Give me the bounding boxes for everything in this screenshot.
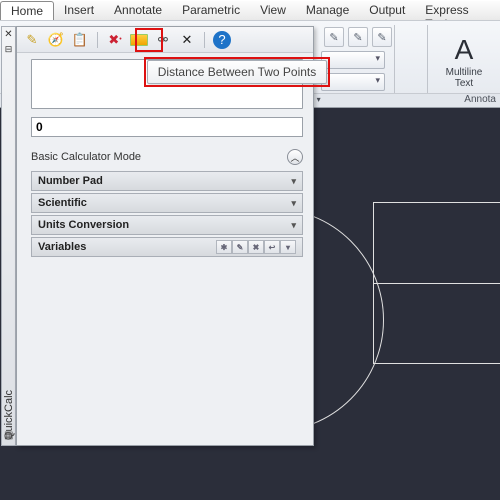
help-icon[interactable]: ? xyxy=(213,31,231,49)
var-return-icon[interactable]: ↩ xyxy=(264,240,280,254)
calculator-mode-row: Basic Calculator Mode ︿ xyxy=(31,147,303,167)
autohide-pin-icon[interactable]: ⊟ xyxy=(2,44,15,55)
chevron-down-icon: ▾ xyxy=(291,198,296,209)
rectangle-shape xyxy=(373,202,500,364)
section-number-pad[interactable]: Number Pad ▾ xyxy=(31,171,303,191)
quickcalc-input[interactable]: 0 xyxy=(31,117,303,137)
paste-value-icon[interactable]: 📋 xyxy=(71,31,89,49)
ribbon-separator xyxy=(394,25,395,97)
main-menu-bar: Home Insert Annotate Parametric View Man… xyxy=(0,0,500,20)
chevron-down-icon[interactable]: ▾ xyxy=(280,240,296,254)
ribbon-dropdown-2[interactable] xyxy=(321,73,385,91)
section-label: Scientific xyxy=(38,197,87,209)
ribbon-dropdown-1[interactable] xyxy=(321,51,385,69)
var-edit-icon[interactable]: ✎ xyxy=(232,240,248,254)
section-label: Number Pad xyxy=(38,175,103,187)
tab-annotate[interactable]: Annotate xyxy=(104,1,172,20)
ribbon-separator-2 xyxy=(427,25,428,97)
quickcalc-sections: Number Pad ▾ Scientific ▾ Units Conversi… xyxy=(31,171,303,259)
close-icon[interactable]: ✕ xyxy=(2,29,15,40)
clear-history-icon[interactable]: 🧭 xyxy=(47,31,65,49)
tab-insert[interactable]: Insert xyxy=(54,1,104,20)
section-variables[interactable]: Variables ✱ ✎ ✖ ↩ ▾ xyxy=(31,237,303,257)
clear-icon[interactable]: ✎ xyxy=(23,31,41,49)
tab-express-tools[interactable]: Express Tools xyxy=(415,1,500,20)
chevron-down-icon: ▾ xyxy=(291,176,296,187)
distance-tooltip: Distance Between Two Points xyxy=(147,60,327,84)
multiline-text-button[interactable]: A Multiline Text xyxy=(438,33,490,89)
section-units-conversion[interactable]: Units Conversion ▾ xyxy=(31,215,303,235)
collapse-toggle-icon[interactable]: ︿ xyxy=(287,149,303,165)
ribbon-button-3[interactable]: ✎ xyxy=(372,27,392,47)
var-delete-icon[interactable]: ✖ xyxy=(248,240,264,254)
properties-icon[interactable]: ▦ xyxy=(4,430,13,441)
distance-two-points-button[interactable] xyxy=(130,31,148,49)
var-new-icon[interactable]: ✱ xyxy=(216,240,232,254)
variables-toolbar: ✱ ✎ ✖ ↩ ▾ xyxy=(216,240,296,254)
toolbar-separator xyxy=(97,32,98,48)
quickcalc-title-bar[interactable]: ✕ ⊟ QuickCalc ▦ xyxy=(1,26,16,446)
tab-home[interactable]: Home xyxy=(0,1,54,20)
quickcalc-palette: ✎ 🧭 📋 ✖• ⚮ ✕ ? Distance Between Two Poin… xyxy=(16,26,314,446)
ribbon-button-1[interactable]: ✎ xyxy=(324,27,344,47)
tab-manage[interactable]: Manage xyxy=(296,1,359,20)
calculator-mode-label: Basic Calculator Mode xyxy=(31,151,141,163)
ribbon-small-buttons: ✎ ✎ ✎ xyxy=(324,27,392,47)
tab-view[interactable]: View xyxy=(250,1,296,20)
ribbon-group-annotation[interactable]: Annota xyxy=(464,94,496,105)
svg-text:A: A xyxy=(455,34,474,65)
section-label: Units Conversion xyxy=(38,219,129,231)
angle-icon[interactable]: ⚮ xyxy=(154,31,172,49)
quickcalc-toolbar: ✎ 🧭 📋 ✖• ⚮ ✕ ? xyxy=(17,27,313,53)
intersection-icon[interactable]: ✕ xyxy=(178,31,196,49)
ruler-icon xyxy=(130,34,148,46)
multiline-text-label: Multiline Text xyxy=(438,67,490,89)
tab-parametric[interactable]: Parametric xyxy=(172,1,250,20)
ribbon-button-2[interactable]: ✎ xyxy=(348,27,368,47)
chevron-down-icon: ▾ xyxy=(291,220,296,231)
multiline-text-icon: A xyxy=(444,33,484,65)
section-scientific[interactable]: Scientific ▾ xyxy=(31,193,303,213)
tab-output[interactable]: Output xyxy=(359,1,415,20)
toolbar-separator-2 xyxy=(204,32,205,48)
section-label: Variables xyxy=(38,241,86,253)
get-coordinates-icon[interactable]: ✖• xyxy=(106,31,124,49)
